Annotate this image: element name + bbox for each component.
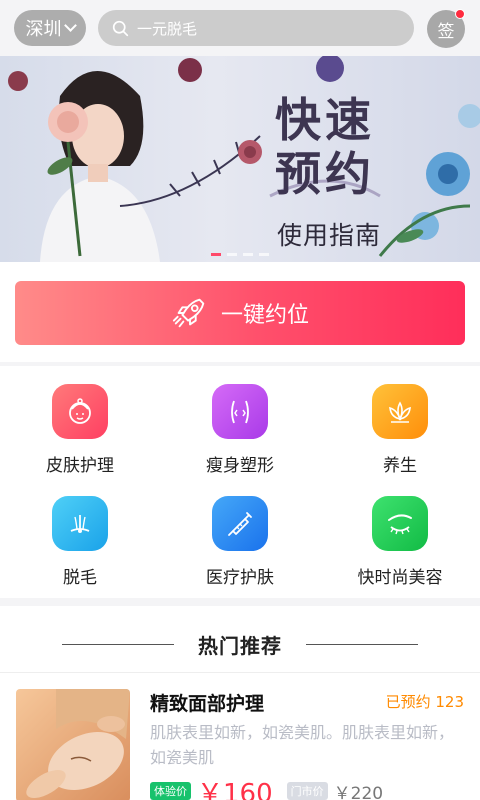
- banner-title-line2: 预约: [275, 147, 375, 201]
- pagination-dot: [227, 253, 237, 256]
- market-price-tag: 门市价: [286, 782, 328, 800]
- product-name: 精致面部护理: [150, 693, 265, 715]
- category-label: 皮肤护理: [46, 456, 114, 476]
- booked-count: 已预约 123: [385, 693, 464, 711]
- syringe-icon: [212, 496, 268, 551]
- banner-illustration: [8, 56, 480, 262]
- promo-banner[interactable]: 快速 预约 使用指南: [0, 56, 480, 262]
- category-grid: 皮肤护理 瘦身塑形 养生 脱毛 医疗护肤 快时尚美容: [0, 366, 480, 598]
- hair-removal-icon: [52, 496, 108, 551]
- product-description: 肌肤表里如新，如瓷美肌。肌肤表里如新，如瓷美肌: [150, 723, 455, 767]
- search-icon: [112, 20, 129, 36]
- city-label: 深圳: [25, 19, 62, 40]
- product-card[interactable]: 精致面部护理 已预约 123 肌肤表里如新，如瓷美肌。肌肤表里如新，如瓷美肌 体…: [0, 673, 480, 800]
- sign-in-label: 签: [437, 21, 455, 42]
- category-label: 快时尚美容: [357, 568, 443, 588]
- product-image: [16, 689, 130, 800]
- notification-dot: [455, 9, 465, 19]
- pagination-dot-active: [211, 253, 221, 256]
- experience-price: ￥160: [197, 778, 273, 800]
- banner-pagination: [0, 253, 480, 256]
- rocket-icon: [172, 298, 205, 328]
- market-price: ￥220: [333, 783, 384, 800]
- top-header: 深圳 一元脱毛 签: [0, 0, 480, 56]
- price-row: 体验价 ￥160 门市价 ￥220: [150, 777, 383, 800]
- body-shaping-icon: [212, 384, 268, 439]
- one-key-booking-button[interactable]: 一键约位: [15, 281, 465, 345]
- section-title: 热门推荐: [198, 633, 282, 658]
- experience-price-tag: 体验价: [150, 782, 191, 800]
- category-skin-care[interactable]: 皮肤护理: [0, 366, 160, 476]
- category-label: 医疗护肤: [206, 568, 274, 588]
- pagination-dot: [243, 253, 253, 256]
- booking-label: 一键约位: [220, 303, 309, 328]
- lotus-icon: [372, 384, 428, 439]
- category-wellness[interactable]: 养生: [320, 366, 480, 476]
- pagination-dot: [259, 253, 269, 256]
- category-medical-skincare[interactable]: 医疗护肤: [160, 478, 320, 588]
- sign-in-button[interactable]: 签: [427, 9, 465, 48]
- search-input[interactable]: 一元脱毛: [98, 10, 414, 46]
- booking-section: 一键约位: [0, 262, 480, 362]
- category-hair-removal[interactable]: 脱毛: [0, 478, 160, 588]
- city-selector[interactable]: 深圳: [14, 10, 86, 46]
- hot-recommendation-section: 热门推荐 精致面部护理 已预约 123 肌肤表里如新，如瓷美肌。肌肤表里如新，如…: [0, 606, 480, 800]
- category-label: 养生: [383, 456, 417, 476]
- category-body-shaping[interactable]: 瘦身塑形: [160, 366, 320, 476]
- category-label: 脱毛: [63, 568, 97, 588]
- divider-line: [306, 643, 418, 645]
- search-placeholder: 一元脱毛: [137, 19, 198, 38]
- category-label: 瘦身塑形: [206, 456, 274, 476]
- divider-line: [62, 643, 174, 645]
- eyebrow-icon: [372, 496, 428, 551]
- skin-care-icon: [52, 384, 108, 439]
- chevron-down-icon: [63, 19, 77, 32]
- section-header: 热门推荐: [0, 626, 480, 662]
- banner-subtitle: 使用指南: [277, 221, 382, 250]
- category-fast-beauty[interactable]: 快时尚美容: [320, 478, 480, 588]
- banner-title-line1: 快速: [275, 93, 375, 147]
